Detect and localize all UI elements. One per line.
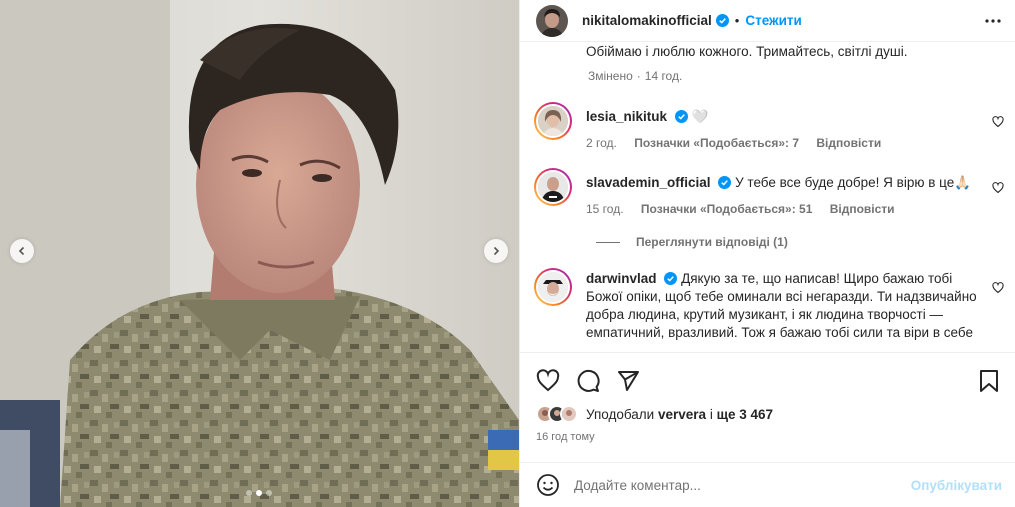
comment-input[interactable] — [574, 477, 894, 493]
header-separator: • — [734, 13, 740, 28]
verified-icon — [664, 272, 678, 285]
heart-icon — [992, 182, 1004, 194]
slide-dot — [246, 490, 252, 496]
chevron-right-icon — [493, 246, 500, 256]
comments-list[interactable]: Обіймаю і люблю кожного. Тримайтесь, сві… — [520, 42, 1015, 352]
commenter-avatar-image — [538, 106, 568, 136]
heart-icon — [992, 282, 1004, 294]
comment-like-button[interactable] — [992, 282, 1004, 297]
comment-body: darwinvlad Дякую за те, що написав! Щиро… — [586, 270, 988, 342]
comment-body: slavademin_official У тебе все буде добр… — [586, 174, 990, 218]
reply-button[interactable]: Відповісти — [816, 136, 881, 150]
emoji-button[interactable] — [536, 473, 560, 497]
view-replies-label: Переглянути відповіді (1) — [636, 235, 788, 249]
author-username[interactable]: nikitalomakinofficial — [582, 13, 712, 28]
commenter-avatar-image — [538, 172, 568, 202]
comment-button[interactable] — [576, 369, 600, 396]
comment-time: 2 год. — [586, 136, 617, 150]
comment-username[interactable]: lesia_nikituk — [586, 109, 667, 124]
comment-meta: 2 год. Позначки «Подобається»: 7 Відпові… — [586, 134, 990, 152]
caption-edited: Змінено — [588, 69, 633, 83]
author-avatar-image — [536, 4, 568, 37]
comment-username[interactable]: slavademin_official — [586, 175, 711, 190]
likes-count[interactable]: ще 3 467 — [717, 407, 773, 422]
post-media[interactable] — [0, 0, 519, 507]
commenter-avatar[interactable] — [534, 268, 572, 306]
slide-dot — [266, 490, 272, 496]
more-options-button[interactable] — [984, 12, 1002, 33]
comment-body: lesia_nikituk 🤍 2 год. Позначки «Подобає… — [586, 108, 990, 152]
likes-prefix: Уподобали — [586, 406, 655, 422]
likes-user[interactable]: ververa — [658, 407, 706, 422]
verified-icon — [715, 14, 729, 27]
commenter-avatar[interactable] — [534, 102, 572, 140]
slide-dot-active — [256, 490, 262, 496]
comment-meta: 15 год. Позначки «Подобається»: 51 Відпо… — [586, 200, 990, 218]
chevron-left-icon — [18, 246, 25, 256]
bookmark-icon — [980, 370, 998, 392]
post-header: nikitalomakinofficial • Стежити — [520, 0, 1015, 42]
caption-time: 14 год. — [644, 69, 683, 83]
emoji-icon — [537, 474, 559, 496]
reply-button[interactable]: Відповісти — [830, 202, 895, 216]
post-photo — [0, 0, 519, 507]
share-button[interactable] — [616, 369, 640, 396]
view-replies-button[interactable]: Переглянути відповіді (1) — [596, 235, 788, 249]
caption-text: Обіймаю і люблю кожного. Тримайтесь, сві… — [586, 44, 908, 59]
commenter-avatar[interactable] — [534, 168, 572, 206]
liker-avatar — [560, 405, 578, 423]
previous-slide-button[interactable] — [10, 239, 34, 263]
comment-text: 🤍 — [691, 109, 709, 124]
post-time: 16 год тому — [536, 431, 595, 443]
author-avatar[interactable] — [536, 4, 568, 37]
more-icon — [985, 19, 1001, 23]
publish-button[interactable]: Опублікувати — [911, 478, 1002, 493]
replies-line — [596, 241, 620, 243]
post-panel: nikitalomakinofficial • Стежити Обіймаю … — [519, 0, 1015, 507]
commenter-avatar-image — [538, 272, 568, 302]
comment-icon — [577, 369, 600, 392]
comment-likes[interactable]: Позначки «Подобається»: 7 — [634, 136, 799, 150]
share-icon — [618, 371, 639, 391]
add-comment-bar: Опублікувати — [520, 462, 1015, 507]
verified-icon — [674, 110, 688, 123]
comment-time: 15 год. — [586, 202, 624, 216]
save-button[interactable] — [978, 369, 1000, 396]
follow-button[interactable]: Стежити — [745, 13, 801, 28]
comment-like-button[interactable] — [992, 182, 1004, 197]
verified-icon — [718, 176, 732, 189]
action-bar — [520, 352, 1015, 407]
likes-text: Уподобали ververa і ще 3 467 — [586, 407, 773, 422]
comment-likes[interactable]: Позначки «Подобається»: 51 — [641, 202, 812, 216]
next-slide-button[interactable] — [484, 239, 508, 263]
meta-dot: · — [636, 69, 641, 83]
caption-meta: Змінено · 14 год. — [588, 69, 696, 83]
slide-indicator — [246, 490, 272, 496]
heart-icon — [992, 116, 1004, 128]
likes-connector: і — [709, 406, 713, 422]
comment-username[interactable]: darwinvlad — [586, 271, 657, 286]
heart-icon — [536, 369, 560, 392]
comment-like-button[interactable] — [992, 116, 1004, 131]
like-button[interactable] — [536, 369, 560, 396]
comment-text: У тебе все буде добре! Я вірю в це🙏🏻 — [735, 175, 972, 190]
instagram-post: nikitalomakinofficial • Стежити Обіймаю … — [0, 0, 1015, 507]
likes-summary[interactable]: Уподобали ververa і ще 3 467 — [536, 405, 773, 423]
